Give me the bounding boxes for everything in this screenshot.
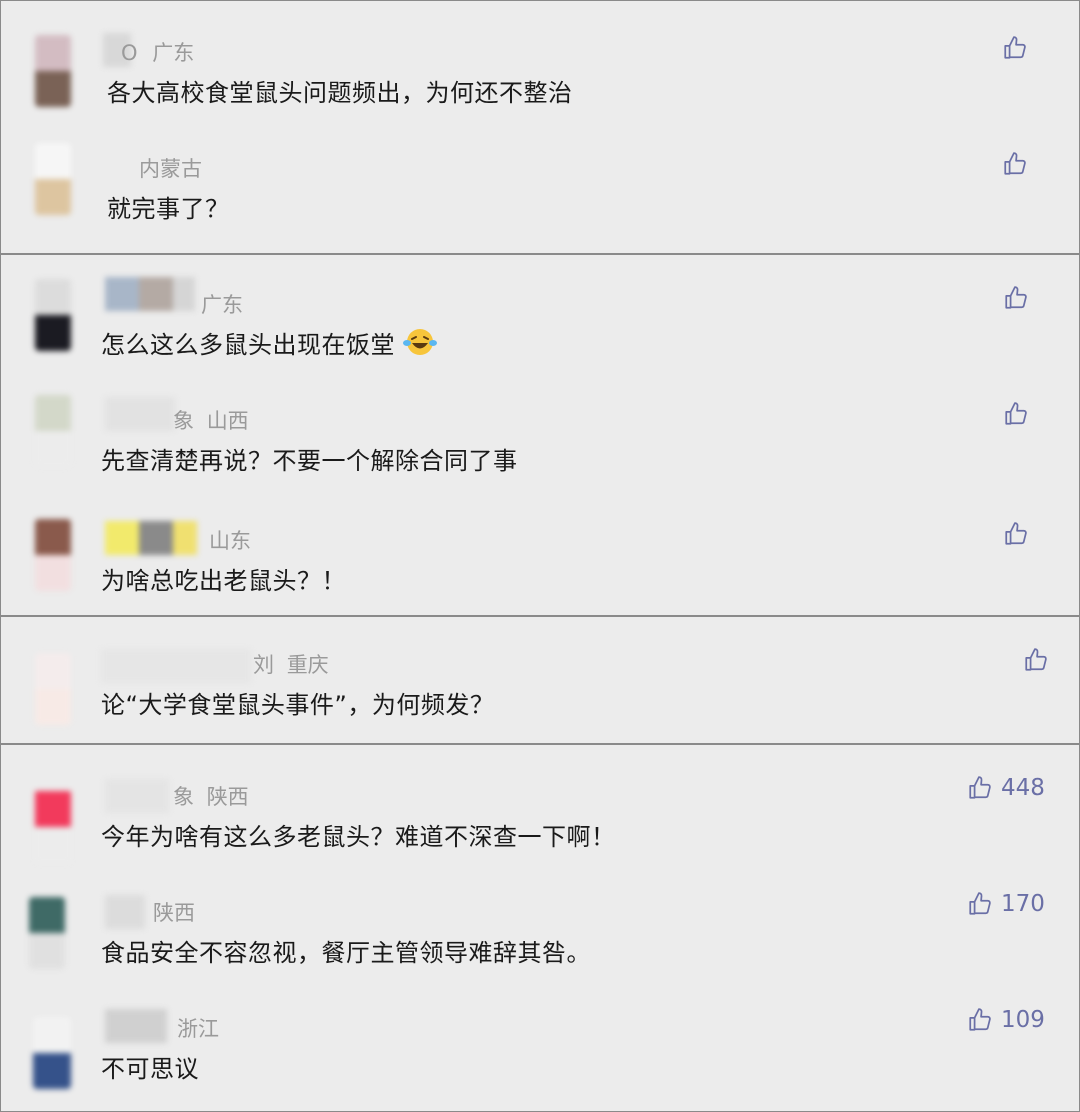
like-count: 448 [1001, 775, 1045, 801]
comment-item: 象 陕西 今年为啥有这么多老鼠头？难道不深查一下啊！ 448 [1, 771, 1079, 871]
comment-item: 广东 怎么这么多鼠头出现在饭堂 [1, 275, 1079, 375]
comment-location: 浙江 [177, 1017, 219, 1041]
comment-item: 陕西 食品安全不容忽视，餐厅主管领导难辞其咎。 170 [1, 887, 1079, 987]
like-button[interactable] [1023, 647, 1057, 673]
grinning-squinting-tears-emoji [403, 329, 438, 355]
like-button[interactable]: 109 [967, 1007, 1045, 1033]
comment-item: 内蒙古 就完事了？ [1, 139, 1079, 239]
nickname-blurred [105, 779, 169, 813]
comment-meta: 浙江 [177, 1013, 219, 1043]
avatar[interactable] [35, 653, 71, 725]
comment-item: O 广东 各大高校食堂鼠头问题频出，为何还不整治 [1, 23, 1079, 123]
thumbs-up-icon [1002, 151, 1028, 177]
comment-meta: O 广东 [121, 37, 194, 67]
comment-text: 论“大学食堂鼠头事件”，为何频发？ [101, 691, 495, 719]
comment-text: 为啥总吃出老鼠头？！ [101, 567, 346, 595]
comment-text: 就完事了？ [107, 195, 230, 223]
comment-text: 先查清楚再说？不要一个解除合同了事 [101, 447, 518, 475]
nickname-blurred [105, 1009, 167, 1043]
nickname-blurred [101, 649, 251, 683]
nickname-blurred [105, 895, 145, 929]
comment-meta: 刘 重庆 [253, 649, 329, 679]
nickname-blurred [105, 521, 197, 555]
avatar[interactable] [35, 791, 71, 863]
comment-text: 怎么这么多鼠头出现在饭堂 [101, 325, 438, 360]
like-button[interactable] [1003, 401, 1037, 427]
nickname-blurred [105, 397, 175, 431]
avatar[interactable] [35, 143, 71, 215]
comment-meta: 象 陕西 [173, 781, 249, 811]
like-button[interactable]: 448 [967, 775, 1045, 801]
comment-item: 刘 重庆 论“大学食堂鼠头事件”，为何频发？ [1, 639, 1079, 739]
like-button[interactable] [1002, 151, 1036, 177]
thumbs-up-icon [967, 1007, 993, 1033]
avatar[interactable] [35, 279, 71, 351]
comment-location: 内蒙古 [139, 157, 202, 181]
comment-item: 象 山西 先查清楚再说？不要一个解除合同了事 [1, 391, 1079, 491]
comment-panel-1: O 广东 各大高校食堂鼠头问题频出，为何还不整治 内蒙古 就完事了？ [0, 0, 1080, 254]
nickname-fragment: 刘 [253, 653, 274, 677]
comment-meta: 陕西 [153, 897, 195, 927]
like-button[interactable]: 170 [967, 891, 1045, 917]
comment-panel-2: 广东 怎么这么多鼠头出现在饭堂 象 山西 先查清楚再说？不要一个解除合同了事 山… [0, 254, 1080, 616]
nickname-fragment: 象 [173, 785, 194, 809]
avatar[interactable] [35, 395, 71, 467]
comment-text: 各大高校食堂鼠头问题频出，为何还不整治 [107, 79, 573, 107]
avatar[interactable] [29, 897, 65, 969]
comment-panel-4: 象 陕西 今年为啥有这么多老鼠头？难道不深查一下啊！ 448 陕西 食品安全不容… [0, 744, 1080, 1112]
comment-text: 食品安全不容忽视，餐厅主管领导难辞其咎。 [101, 939, 591, 967]
comment-meta: 山东 [209, 525, 251, 555]
like-count: 109 [1001, 1007, 1045, 1033]
comment-panel-3: 刘 重庆 论“大学食堂鼠头事件”，为何频发？ [0, 616, 1080, 744]
comment-location: 广东 [152, 41, 195, 65]
thumbs-up-icon [1002, 35, 1028, 61]
comment-item: 浙江 不可思议 109 [1, 1003, 1079, 1103]
comment-location: 山东 [209, 529, 251, 553]
comment-location: 陕西 [206, 785, 249, 809]
avatar[interactable] [33, 1017, 71, 1089]
comment-location: 山西 [206, 409, 249, 433]
nickname-blurred [105, 277, 195, 311]
comment-text: 不可思议 [101, 1055, 199, 1083]
comment-item: 山东 为啥总吃出老鼠头？！ [1, 507, 1079, 607]
nickname-fragment: O [121, 41, 138, 65]
like-button[interactable] [1003, 521, 1037, 547]
like-button[interactable] [1002, 35, 1036, 61]
thumbs-up-icon [967, 775, 993, 801]
like-button[interactable] [1003, 285, 1037, 311]
comment-location: 广东 [201, 293, 243, 317]
comment-location: 陕西 [153, 901, 195, 925]
thumbs-up-icon [1023, 647, 1049, 673]
thumbs-up-icon [1003, 401, 1029, 427]
comment-text: 今年为啥有这么多老鼠头？难道不深查一下啊！ [101, 823, 616, 851]
avatar[interactable] [35, 35, 71, 107]
like-count: 170 [1001, 891, 1045, 917]
thumbs-up-icon [1003, 285, 1029, 311]
comment-meta: 象 山西 [173, 405, 249, 435]
thumbs-up-icon [967, 891, 993, 917]
comment-location: 重庆 [286, 653, 329, 677]
thumbs-up-icon [1003, 521, 1029, 547]
avatar[interactable] [35, 519, 71, 591]
comment-meta: 广东 [201, 289, 243, 319]
nickname-fragment: 象 [173, 409, 194, 433]
comment-meta: 内蒙古 [105, 153, 202, 183]
